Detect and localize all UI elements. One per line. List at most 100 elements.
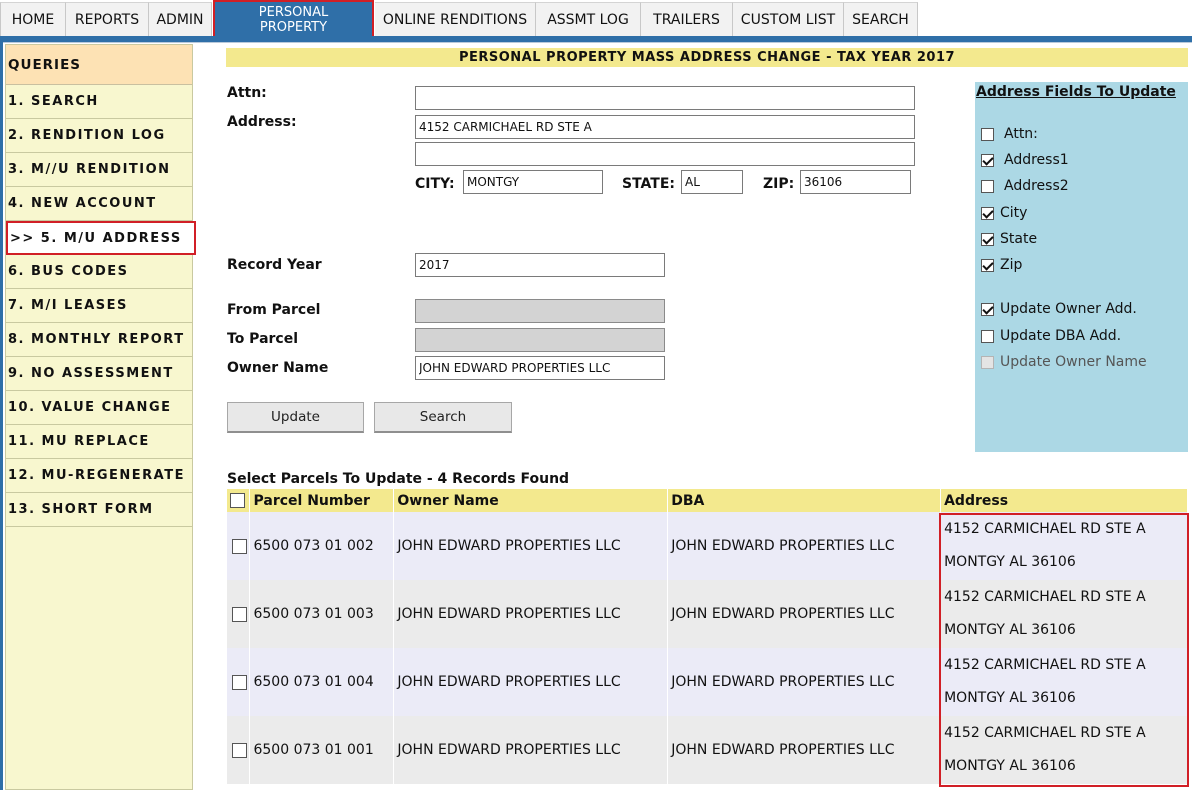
sidebar-item-monthly-report[interactable]: 8. MONTHLY REPORT <box>6 323 192 357</box>
tab-custom-list[interactable]: CUSTOM LIST <box>733 2 844 36</box>
address1-checkbox[interactable] <box>981 153 994 167</box>
checkbox-row-city[interactable]: City <box>981 203 1027 223</box>
tab-home[interactable]: HOME <box>0 2 66 36</box>
zip-input[interactable] <box>800 170 911 194</box>
checkbox-row-update-owner-add[interactable]: Update Owner Add. <box>981 299 1137 319</box>
tab-search[interactable]: SEARCH <box>844 2 918 36</box>
owner-name-cell: JOHN EDWARD PROPERTIES LLC <box>393 716 669 784</box>
address-line1: 4152 CARMICHAEL RD STE A <box>944 589 1146 605</box>
sidebar-header: QUERIES <box>6 45 192 85</box>
checkbox-row-attn[interactable]: Attn: <box>981 124 1038 144</box>
row-checkbox[interactable] <box>232 742 247 758</box>
address-cell: 4152 CARMICHAEL RD STE A MONTGY AL 36106 <box>940 648 1188 716</box>
checkbox-row-address1[interactable]: Address1 <box>981 150 1069 170</box>
tab-trailers[interactable]: TRAILERS <box>641 2 733 36</box>
state-checkbox-label: State <box>1000 231 1038 247</box>
table-header-row: Parcel Number Owner Name DBA Address <box>227 489 1188 512</box>
tab-personal-property[interactable]: PERSONAL PROPERTY <box>213 0 374 40</box>
col-address[interactable]: Address <box>940 489 1188 512</box>
row-select-cell <box>227 716 251 784</box>
records-found-title: Select Parcels To Update - 4 Records Fou… <box>227 471 570 487</box>
page-title: PERSONAL PROPERTY MASS ADDRESS CHANGE - … <box>226 48 1188 67</box>
attn-checkbox[interactable] <box>981 127 994 141</box>
checkbox-row-update-owner-name: Update Owner Name <box>981 352 1147 372</box>
tab-reports[interactable]: REPORTS <box>66 2 149 36</box>
tab-personal-property-label: PERSONAL PROPERTY <box>258 5 329 35</box>
record-year-input[interactable] <box>415 253 665 277</box>
owner-name-label: Owner Name <box>227 360 329 376</box>
sidebar-item-mu-address[interactable]: >> 5. M/U ADDRESS <box>6 221 196 255</box>
update-owner-add-checkbox[interactable] <box>981 302 994 316</box>
sidebar-item-mu-regenerate[interactable]: 12. MU-REGENERATE <box>6 459 192 493</box>
address2-checkbox-label: Address2 <box>1004 178 1069 194</box>
checkbox-row-address2[interactable]: Address2 <box>981 176 1069 196</box>
dba-cell: JOHN EDWARD PROPERTIES LLC <box>667 580 942 648</box>
address-label: Address: <box>227 114 297 130</box>
row-checkbox[interactable] <box>232 674 247 690</box>
state-label: STATE: <box>622 176 676 192</box>
city-input[interactable] <box>463 170 603 194</box>
parcel-number-cell: 6500 073 01 003 <box>249 580 395 648</box>
address-line1: 4152 CARMICHAEL RD STE A <box>944 725 1146 741</box>
update-dba-add-checkbox[interactable] <box>981 329 994 343</box>
zip-checkbox[interactable] <box>981 258 994 272</box>
col-owner-name[interactable]: Owner Name <box>393 489 669 512</box>
sidebar-item-mu-replace[interactable]: 11. MU REPLACE <box>6 425 192 459</box>
dba-cell: JOHN EDWARD PROPERTIES LLC <box>667 512 942 580</box>
table-row: 6500 073 01 003 JOHN EDWARD PROPERTIES L… <box>227 580 1188 648</box>
sidebar-item-no-assessment[interactable]: 9. NO ASSESSMENT <box>6 357 192 391</box>
search-button[interactable]: Search <box>374 402 512 433</box>
owner-name-cell: JOHN EDWARD PROPERTIES LLC <box>393 648 669 716</box>
state-input[interactable] <box>681 170 743 194</box>
sidebar-item-rendition-log[interactable]: 2. RENDITION LOG <box>6 119 192 153</box>
select-all-checkbox[interactable] <box>230 493 245 508</box>
sidebar-item-new-account[interactable]: 4. NEW ACCOUNT <box>6 187 192 221</box>
col-dba[interactable]: DBA <box>667 489 942 512</box>
parcel-number-cell: 6500 073 01 004 <box>249 648 395 716</box>
address-line2: MONTGY AL 36106 <box>944 622 1076 638</box>
sidebar-item-bus-codes[interactable]: 6. BUS CODES <box>6 255 192 289</box>
row-checkbox[interactable] <box>232 538 247 554</box>
sidebar-item-value-change[interactable]: 10. VALUE CHANGE <box>6 391 192 425</box>
owner-name-input[interactable] <box>415 356 665 380</box>
tab-admin[interactable]: ADMIN <box>149 2 212 36</box>
address1-input[interactable] <box>415 115 915 139</box>
row-checkbox[interactable] <box>232 606 247 622</box>
row-select-cell <box>227 512 251 580</box>
owner-name-cell: JOHN EDWARD PROPERTIES LLC <box>393 512 669 580</box>
owner-name-cell: JOHN EDWARD PROPERTIES LLC <box>393 580 669 648</box>
update-button[interactable]: Update <box>227 402 364 433</box>
update-owner-name-label: Update Owner Name <box>1000 354 1147 370</box>
sidebar-item-search[interactable]: 1. SEARCH <box>6 85 192 119</box>
parcel-number-cell: 6500 073 01 001 <box>249 716 395 784</box>
select-all-cell <box>227 489 251 512</box>
address-fields-panel: Address Fields To Update Attn: Address1 … <box>975 82 1188 452</box>
checkbox-row-state[interactable]: State <box>981 229 1037 249</box>
nav-divider <box>0 42 1192 43</box>
checkbox-row-update-dba-add[interactable]: Update DBA Add. <box>981 326 1121 346</box>
state-checkbox[interactable] <box>981 232 994 246</box>
to-parcel-input <box>415 328 665 352</box>
queries-sidebar: QUERIES 1. SEARCH 2. RENDITION LOG 3. M/… <box>5 44 196 790</box>
col-parcel-number[interactable]: Parcel Number <box>249 489 395 512</box>
dba-cell: JOHN EDWARD PROPERTIES LLC <box>667 716 942 784</box>
address2-checkbox[interactable] <box>981 179 994 193</box>
sidebar-item-short-form[interactable]: 13. SHORT FORM <box>6 493 192 527</box>
address-fields-title: Address Fields To Update <box>976 84 1176 100</box>
address-line1: 4152 CARMICHAEL RD STE A <box>944 657 1146 673</box>
sidebar-item-mu-rendition[interactable]: 3. M//U RENDITION <box>6 153 192 187</box>
from-parcel-label: From Parcel <box>227 302 321 318</box>
address2-input[interactable] <box>415 142 915 166</box>
tab-online-renditions[interactable]: ONLINE RENDITIONS <box>375 2 536 36</box>
address-line1: 4152 CARMICHAEL RD STE A <box>944 521 1146 537</box>
city-checkbox[interactable] <box>981 206 994 220</box>
city-checkbox-label: City <box>1000 205 1028 221</box>
row-select-cell <box>227 580 251 648</box>
attn-input[interactable] <box>415 86 915 110</box>
address-line2: MONTGY AL 36106 <box>944 758 1076 774</box>
checkbox-row-zip[interactable]: Zip <box>981 255 1022 275</box>
to-parcel-label: To Parcel <box>227 331 299 347</box>
tab-assmt-log[interactable]: ASSMT LOG <box>536 2 641 36</box>
sidebar-item-mi-leases[interactable]: 7. M/I LEASES <box>6 289 192 323</box>
address1-checkbox-label: Address1 <box>1004 152 1069 168</box>
